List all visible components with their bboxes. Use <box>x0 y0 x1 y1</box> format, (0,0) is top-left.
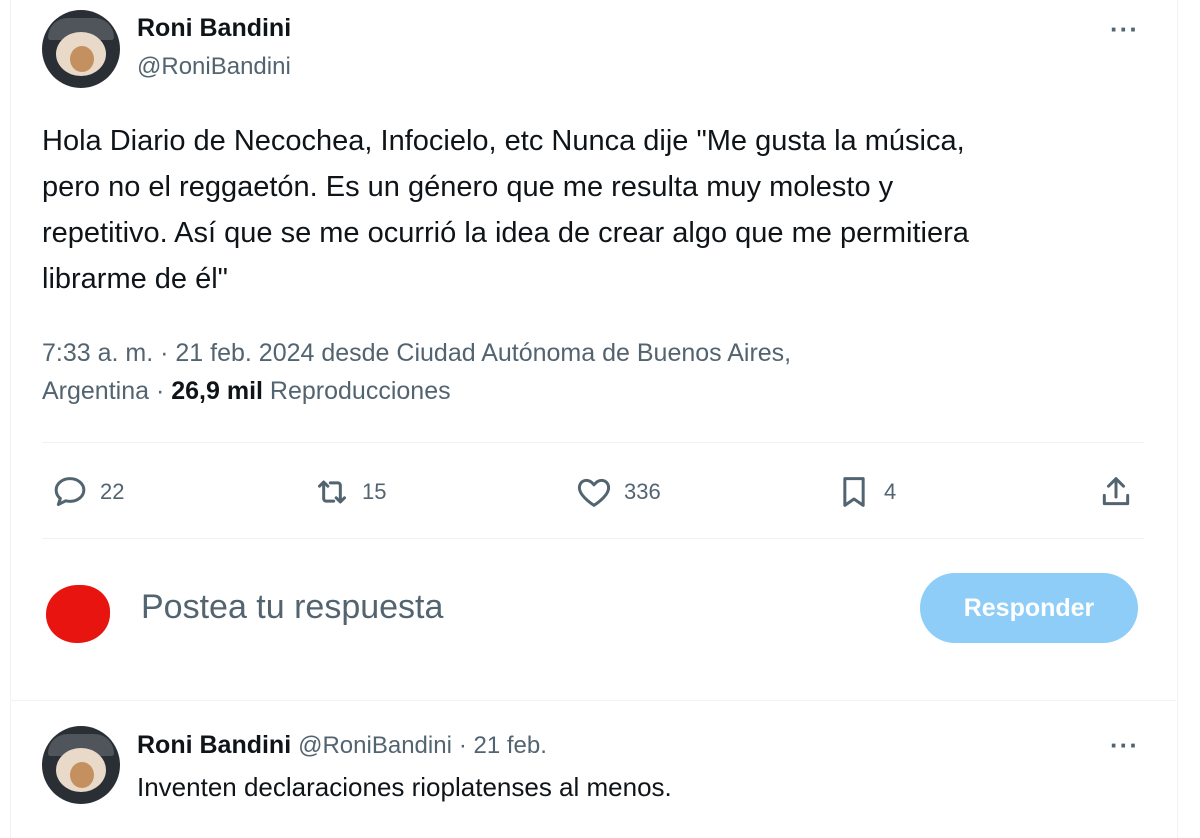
reply-author-avatar[interactable] <box>42 726 120 804</box>
repost-action[interactable]: 15 <box>312 472 386 512</box>
reply-date[interactable]: · 21 feb. <box>459 732 547 759</box>
reply-header: Roni Bandini @RoniBandini · 21 feb. <box>137 731 547 760</box>
reply-more-options-icon[interactable]: ··· <box>1110 730 1139 761</box>
reply-input[interactable]: Postea tu respuesta <box>141 588 443 627</box>
divider <box>42 442 1144 443</box>
author-avatar[interactable] <box>42 10 120 88</box>
reply-author-name[interactable]: Roni Bandini <box>137 731 291 759</box>
reply-action[interactable]: 22 <box>50 472 124 512</box>
reply-author-handle[interactable]: @RoniBandini <box>298 732 452 759</box>
current-user-avatar[interactable] <box>46 585 110 643</box>
heart-icon <box>577 478 611 507</box>
tweet-text: Hola Diario de Necochea, Infocielo, etc … <box>42 118 1152 302</box>
tweet-text-line: pero no el reggaetón. Es un género que m… <box>42 171 894 203</box>
bookmark-count: 4 <box>884 479 897 504</box>
avatar-face <box>70 762 94 788</box>
repost-count: 15 <box>362 479 387 504</box>
tweet-meta: 7:33 a. m. · 21 feb. 2024 desde Ciudad A… <box>42 334 1152 410</box>
tweet-text-line: librarme de él" <box>42 263 228 295</box>
comment-icon <box>54 477 86 506</box>
like-action[interactable]: 336 <box>574 472 661 512</box>
like-count: 336 <box>624 479 661 504</box>
tweet-text-line: repetitivo. Así que se me ocurrió la ide… <box>42 217 969 249</box>
divider <box>42 538 1144 539</box>
share-icon <box>1102 477 1130 506</box>
reply-button[interactable]: Responder <box>920 573 1138 643</box>
share-action[interactable] <box>1096 472 1136 512</box>
bookmark-action[interactable]: 4 <box>834 472 896 512</box>
reply-text: Inventen declaraciones rioplatenses al m… <box>137 772 672 802</box>
tweet-text-line: Hola Diario de Necochea, Infocielo, etc … <box>42 125 965 157</box>
more-options-icon[interactable]: ··· <box>1110 14 1139 45</box>
views-count: 26,9 mil <box>171 377 263 405</box>
tweet-timestamp-location[interactable]: 7:33 a. m. · 21 feb. 2024 desde Ciudad A… <box>42 334 1152 372</box>
repost-icon <box>318 480 346 504</box>
author-name[interactable]: Roni Bandini <box>137 14 291 43</box>
tweet-location-country: Argentina · <box>42 377 172 405</box>
reply-count: 22 <box>100 479 125 504</box>
tweet-views-line: Argentina · 26,9 mil Reproducciones <box>42 372 1152 410</box>
section-divider <box>10 700 1176 701</box>
views-label: Reproducciones <box>262 377 451 405</box>
bookmark-icon <box>843 477 865 507</box>
avatar-face <box>70 46 94 72</box>
author-handle[interactable]: @RoniBandini <box>137 53 291 81</box>
